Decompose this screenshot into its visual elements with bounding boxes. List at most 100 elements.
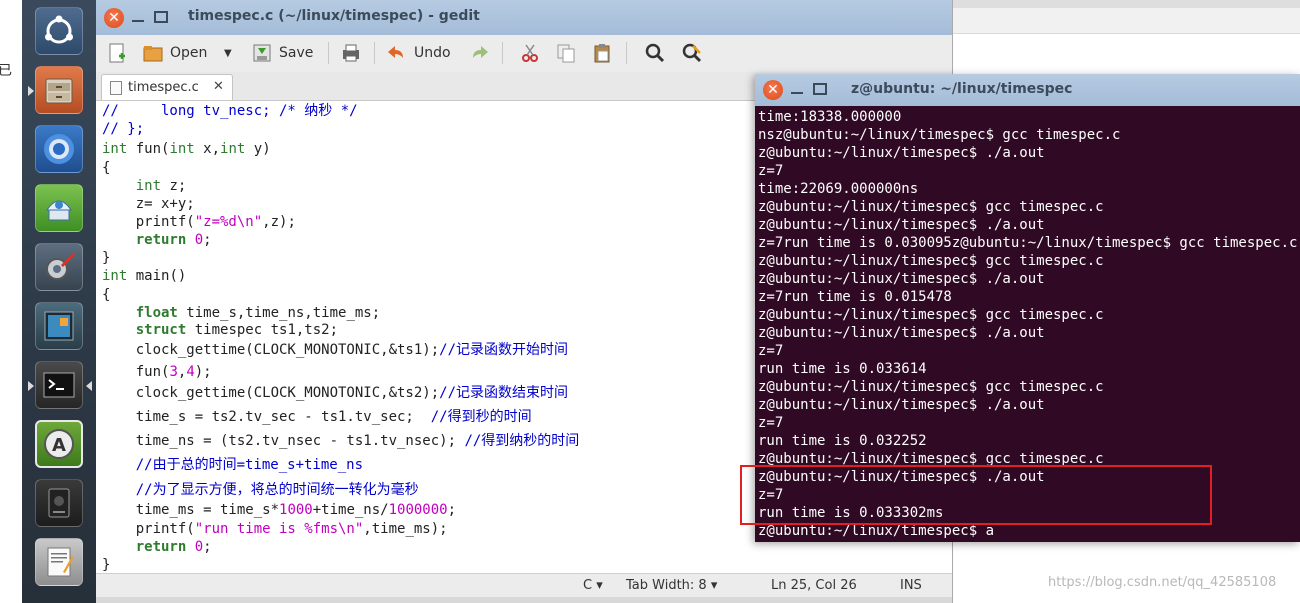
terminal-line: z@ubuntu:~/linux/timespec$ ./a.out bbox=[758, 217, 1045, 233]
code-line: int z; bbox=[135, 178, 187, 194]
text-editor-icon[interactable] bbox=[35, 538, 83, 586]
tab-label: timespec.c bbox=[128, 80, 199, 95]
redo-icon bbox=[473, 46, 488, 58]
code-line: printf("z=%d\n",z); bbox=[102, 214, 296, 230]
code-line: { bbox=[102, 160, 111, 176]
copy-icon bbox=[557, 44, 575, 63]
software-center-icon[interactable]: A bbox=[35, 420, 83, 468]
new-document-button[interactable] bbox=[106, 40, 134, 66]
terminal-title: z@ubuntu: ~/linux/timespec bbox=[851, 81, 1073, 97]
terminal-line: z=7run time is 0.015478 bbox=[758, 289, 952, 305]
code-line: struct timespec ts1,ts2; bbox=[135, 322, 339, 338]
window-title: timespec.c (~/linux/timespec) - gedit bbox=[188, 8, 480, 24]
gedit-titlebar[interactable]: ✕ timespec.c (~/linux/timespec) - gedit bbox=[96, 0, 952, 35]
redo-button[interactable] bbox=[468, 40, 496, 66]
clipboard-icon bbox=[594, 44, 610, 63]
file-manager-icon[interactable] bbox=[28, 66, 83, 114]
terminal-line: time:22069.000000ns bbox=[758, 181, 919, 197]
tab-width-selector[interactable]: Tab Width: 8 ▾ bbox=[626, 578, 717, 593]
scissors-icon bbox=[522, 44, 538, 62]
terminal-line: z@ubuntu:~/linux/timespec$ gcc timespec.… bbox=[758, 379, 1104, 395]
undo-button[interactable]: Undo bbox=[386, 40, 451, 66]
undo-label: Undo bbox=[414, 45, 451, 61]
code-line: printf("run time is %fms\n",time_ms); bbox=[102, 521, 448, 537]
open-recent-dropdown[interactable]: ▼ bbox=[224, 40, 232, 66]
terminal-line: z=7 bbox=[758, 343, 784, 359]
terminal-icon[interactable] bbox=[28, 361, 92, 409]
close-tab-icon[interactable]: ✕ bbox=[213, 79, 224, 94]
background-window[interactable] bbox=[950, 0, 1300, 34]
code-line: return 0; bbox=[135, 539, 212, 555]
unity-launcher: A bbox=[22, 0, 96, 603]
chevron-down-icon: ▼ bbox=[224, 47, 232, 59]
open-label: Open bbox=[170, 45, 208, 61]
new-file-icon bbox=[109, 43, 125, 63]
code-line: int main() bbox=[102, 268, 187, 284]
folder-icon bbox=[143, 46, 163, 62]
save-button[interactable]: Save bbox=[251, 40, 313, 66]
software-updater-icon[interactable] bbox=[35, 184, 83, 232]
replace-button[interactable] bbox=[681, 40, 709, 66]
code-line: fun(3,4); bbox=[102, 364, 212, 380]
language-selector[interactable]: C ▾ bbox=[583, 578, 603, 593]
tab-timespec-c[interactable]: timespec.c ✕ bbox=[101, 74, 233, 100]
terminal-line: z@ubuntu:~/linux/timespec$ ./a.out bbox=[758, 397, 1045, 413]
cursor-position: Ln 25, Col 26 bbox=[771, 578, 857, 593]
storage-device-icon[interactable] bbox=[35, 479, 83, 527]
print-button[interactable] bbox=[340, 40, 368, 66]
code-line: // }; bbox=[102, 121, 145, 137]
terminal-line: z@ubuntu:~/linux/timespec$ gcc timespec.… bbox=[758, 307, 1104, 323]
ubuntu-dash-icon[interactable] bbox=[35, 7, 83, 55]
insert-mode: INS bbox=[900, 578, 922, 593]
code-line: //为了显示方便，将总的时间统一转化为毫秒 bbox=[102, 482, 419, 498]
terminal-titlebar[interactable]: ✕ z@ubuntu: ~/linux/timespec bbox=[755, 74, 1300, 106]
terminal-minimize-button[interactable] bbox=[791, 92, 803, 94]
gedit-toolbar: Open ▼ Save Undo bbox=[96, 35, 952, 73]
workspace-switcher-icon[interactable] bbox=[35, 302, 83, 350]
terminal-maximize-button[interactable] bbox=[813, 83, 827, 95]
copy-button[interactable] bbox=[555, 40, 583, 66]
terminal-line: run time is 0.033614 bbox=[758, 361, 927, 377]
terminal-line: z@ubuntu:~/linux/timespec$ ./a.out bbox=[758, 325, 1045, 341]
save-icon bbox=[253, 44, 271, 62]
printer-icon bbox=[343, 44, 359, 62]
terminal-close-button[interactable]: ✕ bbox=[763, 80, 783, 100]
terminal-line: run time is 0.032252 bbox=[758, 433, 927, 449]
code-line: float time_s,time_ns,time_ms; bbox=[135, 305, 381, 321]
search-icon bbox=[645, 43, 665, 63]
code-line: { bbox=[102, 287, 111, 303]
code-line: //由于总的时间=time_s+time_ns bbox=[102, 457, 364, 473]
svg-text:A: A bbox=[52, 435, 66, 456]
terminal-line: z=7run time is 0.030095z@ubuntu:~/linux/… bbox=[758, 235, 1298, 251]
watermark: https://blog.csdn.net/qq_42585108 bbox=[1048, 575, 1277, 590]
close-window-button[interactable]: ✕ bbox=[104, 8, 124, 28]
terminal-line: z@ubuntu:~/linux/timespec$ gcc timespec.… bbox=[758, 199, 1104, 215]
code-line: time_ms = time_s*1000+time_ns/1000000; bbox=[102, 502, 457, 518]
code-line: clock_gettime(CLOCK_MONOTONIC,&ts2);//记录… bbox=[102, 385, 569, 401]
code-line: int fun(int x,int y) bbox=[102, 141, 271, 157]
system-settings-icon[interactable] bbox=[35, 243, 83, 291]
undo-icon bbox=[388, 46, 403, 58]
paste-button[interactable] bbox=[591, 40, 619, 66]
terminal-line: z=7 bbox=[758, 415, 784, 431]
code-line: // long tv_nesc; /* 纳秒 */ bbox=[102, 103, 358, 119]
terminal-line: time:18338.000000 bbox=[758, 109, 902, 125]
code-line: } bbox=[102, 250, 111, 266]
chromium-browser-icon[interactable] bbox=[35, 125, 83, 173]
maximize-window-button[interactable] bbox=[154, 11, 168, 23]
terminal-line: z@ubuntu:~/linux/timespec$ ./a.out bbox=[758, 271, 1045, 287]
terminal-line: z@ubuntu:~/linux/timespec$ gcc timespec.… bbox=[758, 253, 1104, 269]
background-window-titlebar[interactable] bbox=[950, 0, 1300, 8]
code-line: return 0; bbox=[135, 232, 212, 248]
save-label: Save bbox=[279, 45, 314, 61]
status-bar: C ▾ Tab Width: 8 ▾ Ln 25, Col 26 INS bbox=[96, 573, 952, 598]
terminal-line: nsz@ubuntu:~/linux/timespec$ gcc timespe… bbox=[758, 127, 1121, 143]
terminal-line: z@ubuntu:~/linux/timespec$ ./a.out bbox=[758, 145, 1045, 161]
terminal-line: z=7 bbox=[758, 163, 784, 179]
cut-button[interactable] bbox=[519, 40, 547, 66]
search-button[interactable] bbox=[644, 40, 672, 66]
open-button[interactable]: Open bbox=[142, 40, 207, 66]
minimize-window-button[interactable] bbox=[132, 20, 144, 22]
red-highlight-box bbox=[740, 465, 1212, 525]
code-line: time_s = ts2.tv_sec - ts1.tv_sec; //得到秒的… bbox=[102, 409, 532, 425]
